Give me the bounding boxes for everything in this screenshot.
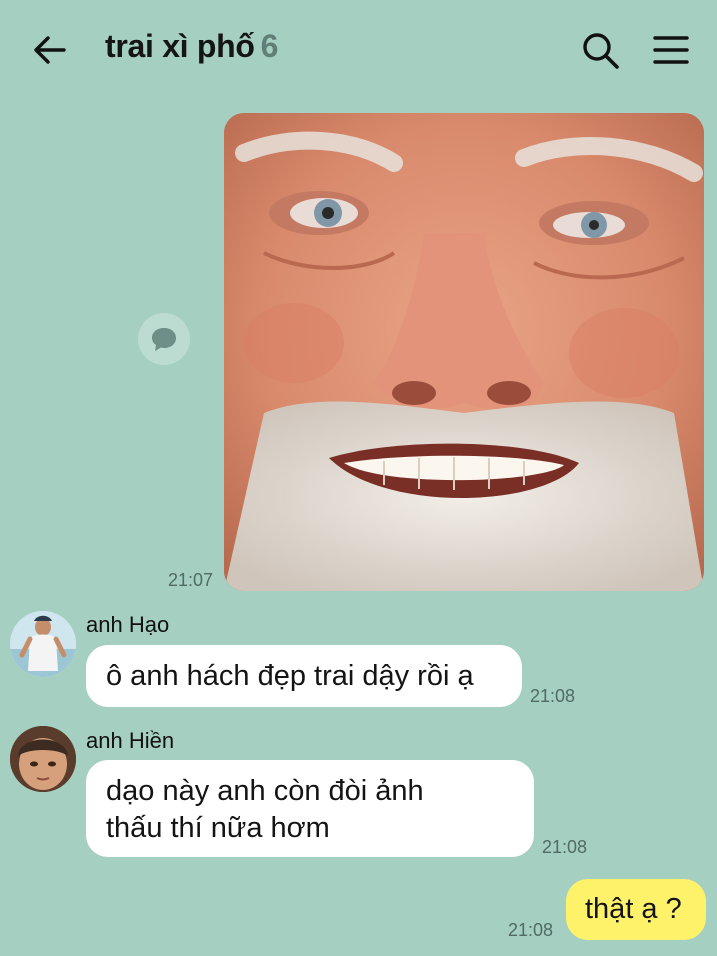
chat-name: trai xì phố (105, 28, 255, 64)
message-text-line: dạo này anh còn đòi ảnh (106, 775, 424, 807)
member-count: 6 (260, 28, 279, 64)
search-button[interactable] (580, 30, 622, 72)
avatar-anh-hien[interactable] (10, 726, 76, 792)
sender-name: anh Hiền (86, 728, 175, 753)
message-time: 21:08 (508, 920, 554, 940)
arrow-left-icon (34, 36, 66, 64)
avatar-image (10, 726, 76, 792)
shared-photo[interactable] (224, 113, 704, 591)
message-time: 21:08 (542, 837, 588, 857)
back-button[interactable] (30, 30, 70, 70)
message-time: 21:08 (530, 686, 576, 706)
chat-header: trai xì phố 6 (0, 0, 717, 100)
reply-button[interactable] (138, 313, 190, 365)
speech-bubble-icon (152, 328, 176, 351)
search-icon (583, 33, 619, 69)
avatar-image (10, 611, 76, 677)
sender-name: anh Hạo (86, 612, 170, 637)
message-time: 21:07 (168, 570, 214, 590)
photo-image (224, 113, 704, 591)
my-message-bubble[interactable]: thật ạ ? (566, 879, 706, 940)
chat-title: trai xì phố 6 (105, 28, 278, 65)
message-text-line: thấu thí nữa hơm (106, 812, 330, 844)
message-text: ô anh hách đẹp trai dậy rồi ạ (106, 660, 474, 692)
menu-button[interactable] (650, 30, 692, 72)
avatar-anh-hao[interactable] (10, 611, 76, 677)
message-bubble[interactable]: dạo này anh còn đòi ảnh thấu thí nữa hơm (86, 760, 534, 857)
message-bubble[interactable]: ô anh hách đẹp trai dậy rồi ạ (86, 645, 522, 707)
hamburger-menu-icon (653, 36, 689, 64)
message-text: thật ạ ? (585, 893, 682, 925)
